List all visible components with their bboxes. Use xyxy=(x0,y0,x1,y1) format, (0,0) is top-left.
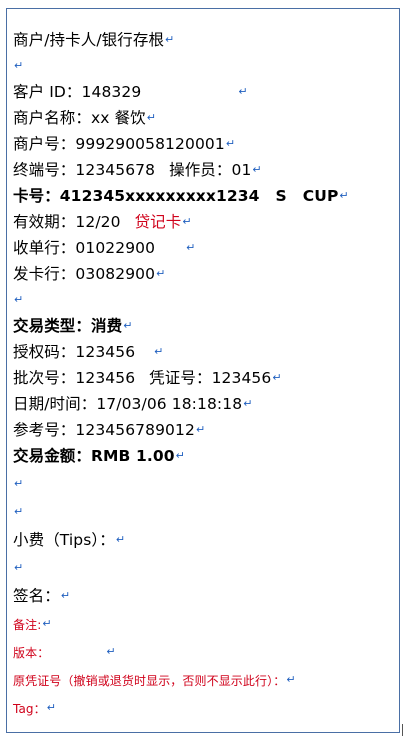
merchant-id: 客户 ID：148329 xyxy=(13,83,142,101)
ref-no: 参考号：123456789012 xyxy=(13,421,195,439)
paragraph-mark-icon: ↵ xyxy=(106,645,116,658)
paragraph-mark-icon: ↵ xyxy=(186,241,196,254)
version-line: 版本： ↵ xyxy=(13,644,116,661)
empty-line: ↵ xyxy=(13,558,23,578)
amount: 交易金额：RMB 1.00 xyxy=(13,447,175,465)
paragraph-mark-icon: ↵ xyxy=(182,215,192,228)
paragraph-mark-icon: ↵ xyxy=(225,137,236,150)
paragraph-mark-icon: ↵ xyxy=(165,33,175,46)
acquirer-line: 收单行：01022900 ↵ xyxy=(13,238,195,258)
empty-line: ↵ xyxy=(13,56,23,76)
tag: Tag： xyxy=(13,702,46,716)
expiry: 有效期：12/20 xyxy=(13,213,121,231)
paragraph-mark-icon: ↵ xyxy=(146,111,157,124)
signature: 签名： xyxy=(13,587,60,605)
paragraph-mark-icon: ↵ xyxy=(60,589,71,602)
signature-line: 签名：↵ xyxy=(13,586,70,606)
merchant-no: 商户号：999290058120001 xyxy=(13,135,225,153)
card-org: CUP xyxy=(302,187,339,205)
ref-no-line: 参考号：123456789012↵ xyxy=(13,420,205,440)
empty-line: ↵ xyxy=(13,474,23,494)
terminal-no: 终端号：12345678 xyxy=(13,161,156,179)
paragraph-mark-icon: ↵ xyxy=(238,85,248,98)
paragraph-mark-icon: ↵ xyxy=(115,533,126,546)
tips: 小费（Tips）： xyxy=(13,531,115,549)
voucher-no: 凭证号：123456 xyxy=(149,369,272,387)
paragraph-mark-icon: ↵ xyxy=(243,397,253,410)
batch-line: 批次号：123456 凭证号：123456↵ xyxy=(13,368,282,388)
empty-line: ↵ xyxy=(13,502,23,522)
merchant-name-line: 商户名称：xx 餐饮↵ xyxy=(13,108,156,128)
receipt-title-line: 商户/持卡人/银行存根↵ xyxy=(13,30,174,50)
paragraph-mark-icon: ↵ xyxy=(156,267,166,280)
note-line: 备注:↵ xyxy=(13,616,52,633)
version: 版本： xyxy=(13,646,50,660)
receipt-title: 商户/持卡人/银行存根 xyxy=(13,31,165,49)
merchant-no-line: 商户号：999290058120001↵ xyxy=(13,134,235,154)
paragraph-mark-icon: ↵ xyxy=(175,449,185,462)
merchant-name: 商户名称：xx 餐饮 xyxy=(13,109,146,127)
orig-voucher: 原凭证号（撤销或退货时显示，否则不显示此行）： xyxy=(13,674,286,688)
operator: 操作员：01 xyxy=(169,161,252,179)
text-cursor xyxy=(402,724,403,736)
card-no-line: 卡号：412345xxxxxxxxx1234 S CUP↵ xyxy=(13,186,349,206)
acquirer: 收单行：01022900 xyxy=(13,239,156,257)
paragraph-mark-icon: ↵ xyxy=(154,345,164,358)
amount-line: 交易金额：RMB 1.00↵ xyxy=(13,446,185,466)
paragraph-mark-icon: ↵ xyxy=(14,477,24,490)
paragraph-mark-icon: ↵ xyxy=(195,423,206,436)
txn-type: 交易类型：消费 xyxy=(13,317,123,335)
auth-code-line: 授权码：123456 ↵ xyxy=(13,342,164,362)
card-s: S xyxy=(275,187,287,205)
empty-line: ↵ xyxy=(13,290,23,310)
expiry-line: 有效期：12/20 贷记卡↵ xyxy=(13,212,192,232)
note: 备注: xyxy=(13,618,42,632)
card-no: 卡号：412345xxxxxxxxx1234 xyxy=(13,187,260,205)
paragraph-mark-icon: ↵ xyxy=(14,561,24,574)
paragraph-mark-icon: ↵ xyxy=(14,293,24,306)
issuer-line: 发卡行：03082900↵ xyxy=(13,264,165,284)
paragraph-mark-icon: ↵ xyxy=(46,701,57,714)
datetime-line: 日期/时间：17/03/06 18:18:18↵ xyxy=(13,394,253,414)
issuer: 发卡行：03082900 xyxy=(13,265,156,283)
card-type: 贷记卡 xyxy=(134,213,182,231)
merchant-id-line: 客户 ID：148329 ↵ xyxy=(13,82,248,102)
paragraph-mark-icon: ↵ xyxy=(123,319,133,332)
terminal-line: 终端号：12345678 操作员：01↵ xyxy=(13,160,262,180)
datetime: 日期/时间：17/03/06 18:18:18 xyxy=(13,395,243,413)
auth-code: 授权码：123456 xyxy=(13,343,136,361)
paragraph-mark-icon: ↵ xyxy=(14,505,24,518)
paragraph-mark-icon: ↵ xyxy=(14,59,24,72)
paragraph-mark-icon: ↵ xyxy=(42,617,52,630)
batch-no: 批次号：123456 xyxy=(13,369,136,387)
tips-line: 小费（Tips）：↵ xyxy=(13,530,125,550)
tag-line: Tag：↵ xyxy=(13,700,56,717)
paragraph-mark-icon: ↵ xyxy=(286,673,296,686)
txn-type-line: 交易类型：消费↵ xyxy=(13,316,133,336)
paragraph-mark-icon: ↵ xyxy=(272,371,282,384)
paragraph-mark-icon: ↵ xyxy=(252,163,262,176)
orig-voucher-line: 原凭证号（撤销或退货时显示，否则不显示此行）：↵ xyxy=(13,672,296,689)
paragraph-mark-icon: ↵ xyxy=(339,189,349,202)
